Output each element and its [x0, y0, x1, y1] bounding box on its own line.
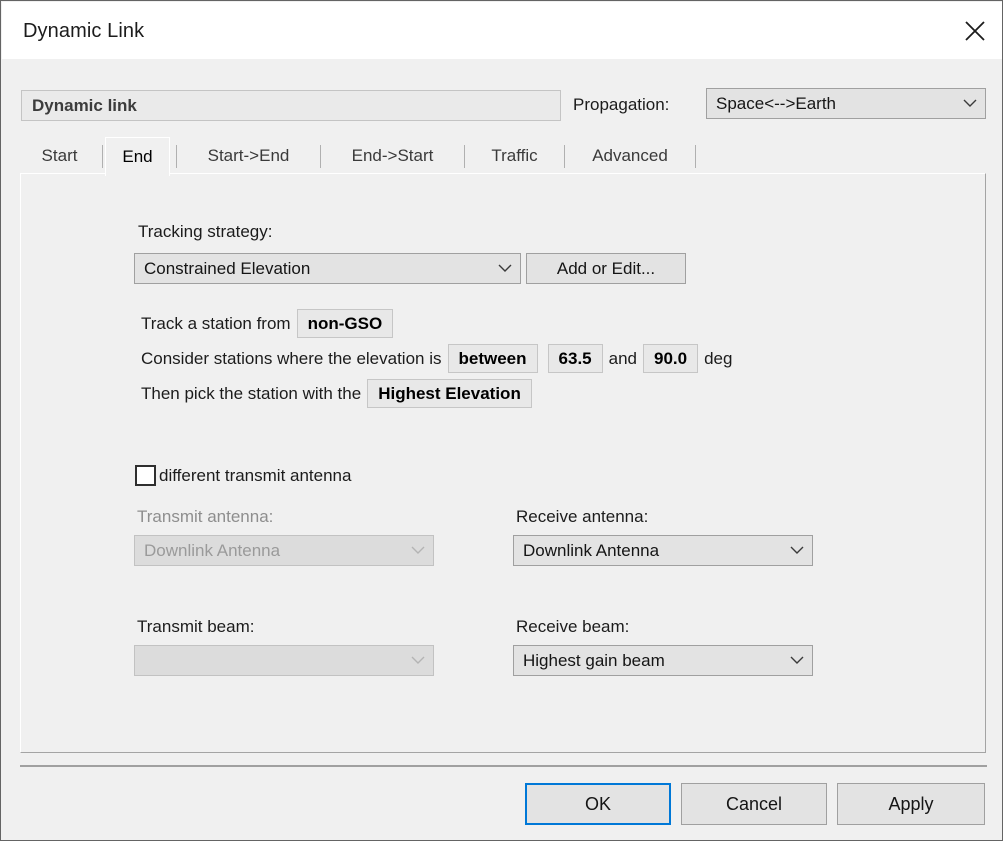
transmit-antenna-value: Downlink Antenna: [144, 540, 281, 560]
different-transmit-antenna-checkbox-row[interactable]: different transmit antenna: [135, 465, 351, 486]
end-tab-panel: Tracking strategy: Constrained Elevation…: [20, 173, 986, 753]
tab-traffic[interactable]: Traffic: [470, 137, 559, 174]
chevron-down-icon: [782, 546, 812, 555]
ok-button[interactable]: OK: [525, 783, 671, 825]
receive-beam-dropdown[interactable]: Highest gain beam: [513, 645, 813, 676]
elevation-max-chip[interactable]: 90.0: [643, 344, 699, 373]
transmit-antenna-dropdown: Downlink Antenna: [134, 535, 434, 566]
tab-start[interactable]: Start: [21, 137, 98, 174]
transmit-beam-label: Transmit beam:: [137, 617, 255, 636]
transmit-antenna-label: Transmit antenna:: [137, 507, 274, 526]
station-type-chip[interactable]: non-GSO: [296, 309, 394, 338]
tab-separator: [320, 145, 321, 168]
tab-separator: [176, 145, 177, 168]
propagation-label: Propagation:: [573, 95, 670, 114]
elevation-prefix: Consider stations where the elevation is: [141, 348, 442, 368]
transmit-beam-dropdown: [134, 645, 434, 676]
chevron-down-icon: [782, 656, 812, 665]
tab-advanced[interactable]: Advanced: [570, 137, 690, 174]
tab-label: Advanced: [592, 145, 668, 165]
add-or-edit-button[interactable]: Add or Edit...: [526, 253, 686, 284]
receive-antenna-value: Downlink Antenna: [523, 540, 660, 560]
receive-antenna-label: Receive antenna:: [516, 507, 649, 526]
tab-separator: [102, 145, 103, 168]
receive-beam-label: Receive beam:: [516, 617, 630, 636]
footer-separator: [20, 765, 987, 767]
tab-label: End->Start: [351, 145, 434, 165]
chevron-down-icon: [403, 546, 433, 555]
tab-label: Start: [41, 145, 78, 165]
cancel-button[interactable]: Cancel: [681, 783, 827, 825]
tab-end-to-start[interactable]: End->Start: [326, 137, 459, 174]
different-transmit-antenna-label: different transmit antenna: [159, 465, 352, 485]
receive-beam-value: Highest gain beam: [523, 650, 665, 670]
tab-separator: [464, 145, 465, 168]
elevation-min-chip[interactable]: 63.5: [547, 344, 603, 373]
chevron-down-icon: [403, 656, 433, 665]
title-bar: Dynamic Link: [2, 2, 1002, 59]
tab-label: End: [122, 147, 153, 166]
tracking-strategy-dropdown[interactable]: Constrained Elevation: [134, 253, 521, 284]
elevation-condition-chip[interactable]: between: [447, 344, 538, 373]
tab-separator: [695, 145, 696, 168]
elevation-mid-text: and: [608, 348, 637, 368]
pick-station-row: Then pick the station with the Highest E…: [140, 379, 537, 408]
tab-start-to-end[interactable]: Start->End: [182, 137, 315, 174]
pick-station-prefix: Then pick the station with the: [141, 383, 362, 403]
tab-end[interactable]: End: [105, 137, 170, 176]
apply-button[interactable]: Apply: [837, 783, 985, 825]
chevron-down-icon: [955, 99, 985, 108]
track-station-from-row: Track a station from non-GSO: [140, 309, 398, 338]
dynamic-link-dialog: Dynamic Link Dynamic link Propagation: S…: [0, 0, 1003, 841]
window-title: Dynamic Link: [23, 20, 145, 42]
track-station-from-prefix: Track a station from: [141, 313, 291, 333]
different-transmit-antenna-checkbox[interactable]: [135, 465, 156, 486]
pick-station-criterion-chip[interactable]: Highest Elevation: [367, 379, 532, 408]
chevron-down-icon: [490, 264, 520, 273]
propagation-value: Space<-->Earth: [716, 93, 837, 113]
tracking-strategy-label: Tracking strategy:: [138, 222, 273, 241]
receive-antenna-dropdown[interactable]: Downlink Antenna: [513, 535, 813, 566]
tab-label: Traffic: [491, 145, 538, 165]
elevation-unit: deg: [704, 348, 733, 368]
tab-strip: Start End Start->End End->Start Traffic …: [2, 137, 1002, 176]
close-icon[interactable]: [947, 2, 1002, 59]
tab-label: Start->End: [207, 145, 290, 165]
tab-separator: [564, 145, 565, 168]
elevation-constraint-row: Consider stations where the elevation is…: [140, 344, 733, 373]
tracking-strategy-value: Constrained Elevation: [144, 258, 311, 278]
close-glyph: [965, 20, 985, 41]
propagation-dropdown[interactable]: Space<-->Earth: [706, 88, 986, 119]
link-name-field[interactable]: Dynamic link: [21, 90, 561, 121]
